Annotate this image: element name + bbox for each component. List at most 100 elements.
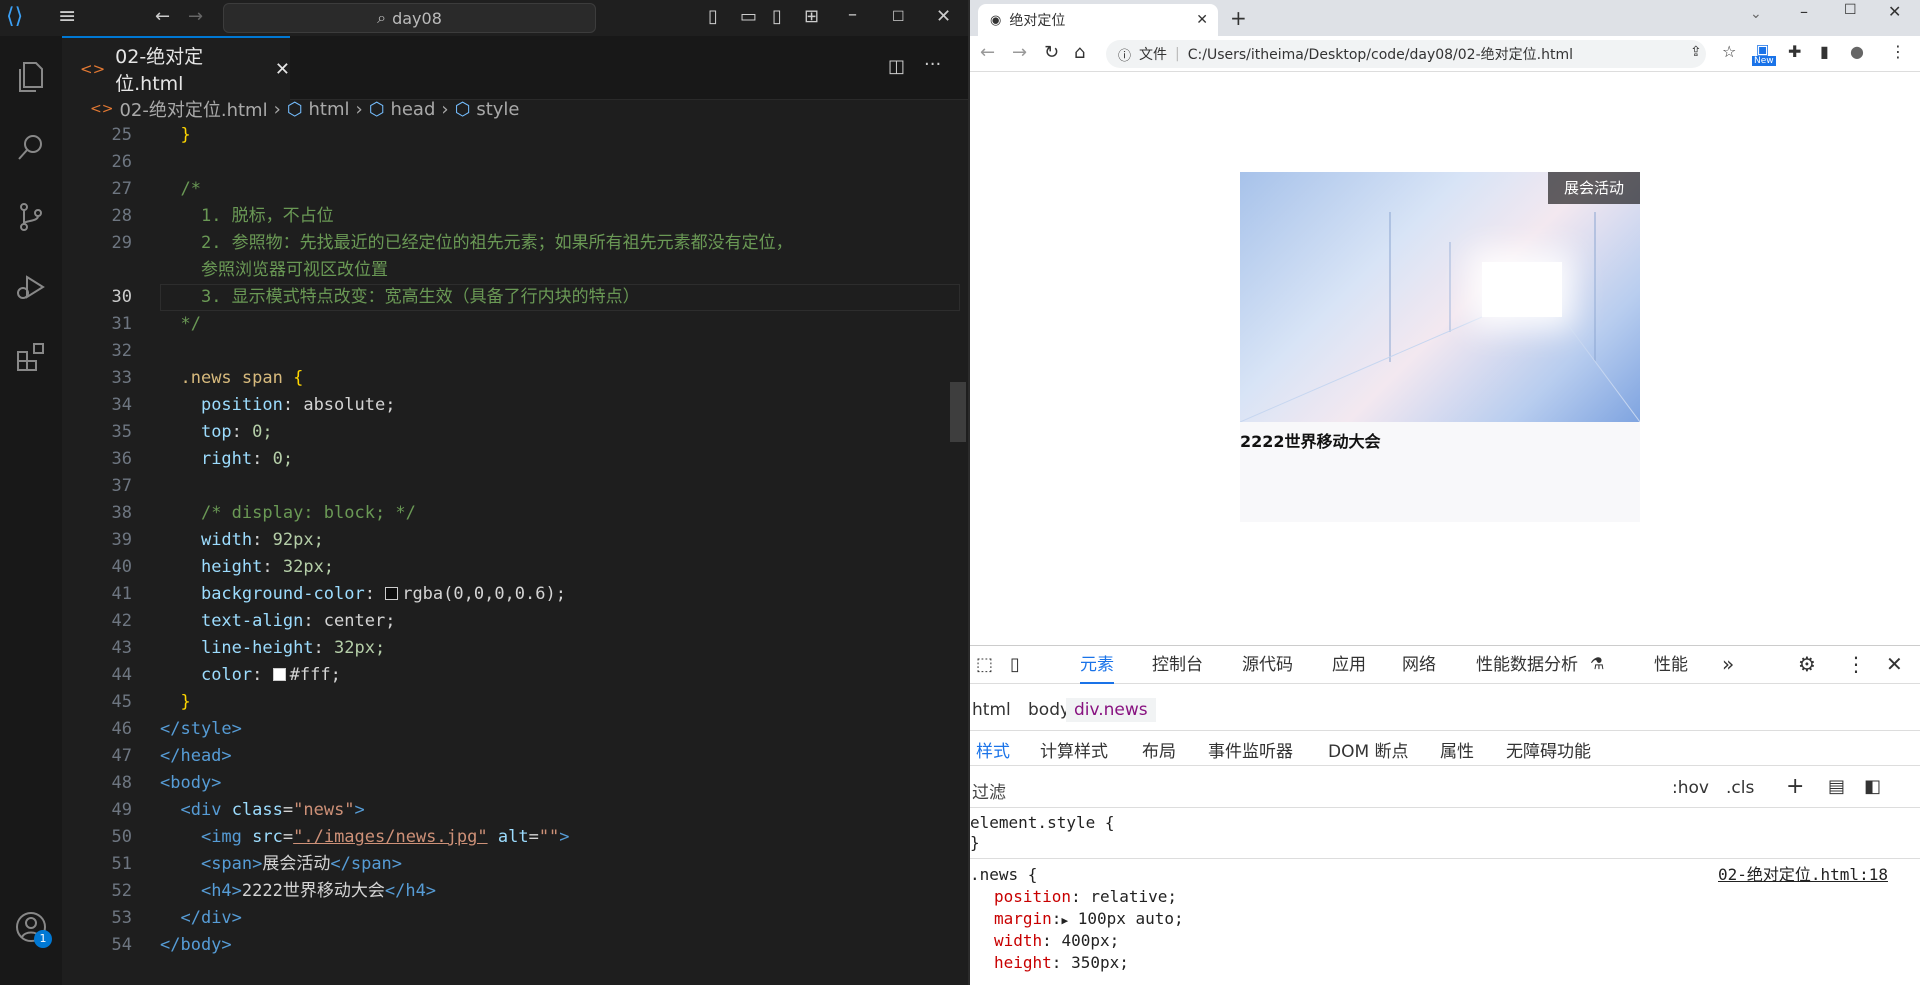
back-arrow-icon[interactable]: ← — [155, 8, 170, 26]
more-tabs-icon[interactable]: » — [1722, 652, 1734, 676]
cls-toggle[interactable]: .cls — [1726, 778, 1754, 798]
tab-network[interactable]: 网络 — [1402, 646, 1436, 684]
code-line: height: 32px; — [200, 557, 335, 577]
color-swatch[interactable] — [385, 587, 399, 600]
news-image: 展会活动 — [1240, 172, 1640, 422]
code-editor[interactable]: 25 26 27 28 29 30 31 32 33 34 35 36 37 38 39 40 41 42 43 44… — [62, 122, 968, 985]
style-property[interactable]: position: relative; — [994, 886, 1177, 908]
new-tab-icon[interactable]: + — [1230, 6, 1247, 30]
devtools-menu-icon[interactable]: ⋮ — [1846, 652, 1866, 676]
forward-icon[interactable]: → — [1012, 42, 1027, 63]
maximize-icon[interactable]: ☐ — [1844, 2, 1857, 18]
close-window-icon[interactable]: ✕ — [936, 8, 951, 26]
bookmark-star-icon[interactable]: ☆ — [1722, 42, 1736, 61]
side-panel-icon[interactable]: ▮ — [1820, 42, 1829, 61]
explorer-icon[interactable] — [10, 56, 52, 98]
settings-gear-icon[interactable]: ⚙ — [1798, 652, 1816, 676]
style-property[interactable]: height: 350px; — [994, 952, 1129, 974]
subtab-layout[interactable]: 布局 — [1142, 737, 1176, 762]
subtab-styles[interactable]: 样式 — [976, 737, 1010, 762]
address-scheme-label: 文件 — [1139, 47, 1168, 63]
crumb-html[interactable]: html — [972, 700, 1011, 720]
tab-performance[interactable]: 性能 — [1654, 646, 1688, 684]
chevron-right-icon: › — [441, 98, 449, 120]
line-number: 31 — [111, 314, 132, 334]
toggle-secondary-sidebar-icon[interactable]: ▯ — [772, 8, 782, 26]
tab-search-icon[interactable]: ⌄ — [1750, 6, 1762, 22]
expand-triangle-icon[interactable]: ▶ — [1061, 914, 1068, 927]
address-bar[interactable]: ⓘ 文件 | C:/Users/itheima/Desktop/code/day… — [1106, 40, 1706, 68]
menu-icon[interactable]: ≡ — [58, 6, 76, 28]
subtab-event-listeners[interactable]: 事件监听器 — [1208, 737, 1293, 762]
maximize-icon[interactable]: ☐ — [892, 8, 905, 26]
crumb-body[interactable]: body — [1028, 700, 1070, 720]
news-rule-selector[interactable]: .news { — [970, 864, 1037, 886]
subtab-computed[interactable]: 计算样式 — [1040, 737, 1108, 762]
toggle-panel-icon[interactable]: ▭ — [740, 8, 757, 26]
split-editor-icon[interactable]: ◫ — [888, 56, 905, 77]
search-icon[interactable] — [10, 126, 52, 168]
run-debug-icon[interactable] — [10, 266, 52, 308]
tab-elements[interactable]: 元素 — [1080, 646, 1114, 684]
source-control-icon[interactable] — [10, 196, 52, 238]
account-icon[interactable]: 1 — [10, 906, 52, 948]
line-number: 48 — [111, 773, 132, 793]
close-window-icon[interactable]: ✕ — [1888, 2, 1901, 21]
browser-tab[interactable]: ◉ 绝对定位 ✕ — [978, 4, 1218, 36]
filter-input[interactable]: 过滤 — [972, 778, 1006, 803]
extensions-icon[interactable] — [10, 336, 52, 378]
tab-02-html[interactable]: <> 02-绝对定位.html ✕ — [62, 36, 290, 100]
style-property[interactable]: width: 400px; — [994, 930, 1119, 952]
code-line: position: absolute; — [200, 395, 396, 415]
inspect-element-icon[interactable]: ⬚ — [976, 654, 993, 675]
back-icon[interactable]: ← — [980, 42, 995, 63]
paint-icon[interactable]: ▤ — [1828, 776, 1845, 797]
line-number: 44 — [111, 665, 132, 685]
toggle-sidebar-icon[interactable]: ▯ — [708, 8, 718, 26]
minimize-icon[interactable]: – — [1800, 2, 1808, 21]
new-style-rule-icon[interactable]: + — [1786, 774, 1804, 799]
crumb-div-news[interactable]: div.news — [1066, 698, 1156, 722]
device-toolbar-icon[interactable]: ▯ — [1010, 654, 1020, 675]
subtab-accessibility[interactable]: 无障碍功能 — [1506, 737, 1591, 762]
line-number: 39 — [111, 530, 132, 550]
breadcrumb-html[interactable]: html — [309, 99, 350, 120]
tab-application[interactable]: 应用 — [1332, 646, 1366, 684]
browser-toolbar: ← → ↻ ⌂ ⓘ 文件 | C:/Users/itheima/Desktop/… — [970, 36, 1920, 72]
line-number: 51 — [111, 854, 132, 874]
subtab-dom-breakpoints[interactable]: DOM 断点 — [1328, 737, 1409, 762]
line-number: 42 — [111, 611, 132, 631]
close-tab-icon[interactable]: ✕ — [275, 59, 290, 80]
more-actions-icon[interactable]: ··· — [924, 54, 941, 75]
new-extension-icon[interactable]: ▣ New — [1752, 42, 1776, 66]
element-style-rule[interactable]: element.style { — [970, 812, 1115, 834]
extensions-puzzle-icon[interactable]: ✚ — [1788, 42, 1801, 61]
command-center-search[interactable]: ⌕ day08 — [223, 3, 596, 33]
close-devtools-icon[interactable]: ✕ — [1886, 652, 1903, 676]
home-icon[interactable]: ⌂ — [1074, 42, 1085, 63]
rule-source-link[interactable]: 02-绝对定位.html:18 — [1718, 864, 1888, 886]
browser-menu-icon[interactable]: ⋮ — [1890, 42, 1906, 61]
tab-console[interactable]: 控制台 — [1152, 646, 1203, 684]
toggle-sidebar-icon[interactable]: ◧ — [1864, 776, 1881, 797]
tab-sources[interactable]: 源代码 — [1242, 646, 1293, 684]
code-line: </style> — [160, 719, 242, 739]
share-icon[interactable]: ⇪ — [1690, 44, 1702, 60]
vscode-window: ⟨⟩ ≡ ← → ⌕ day08 ▯ ▭ ▯ ⊞ – ☐ ✕ 1 <> 02-绝… — [0, 0, 968, 985]
style-property[interactable]: margin:▶ 100px auto; — [994, 908, 1184, 930]
profile-avatar-icon[interactable]: ● — [1850, 42, 1864, 61]
customize-layout-icon[interactable]: ⊞ — [804, 8, 819, 26]
hov-toggle[interactable]: :hov — [1672, 778, 1709, 798]
page-favicon-icon: ◉ — [990, 12, 1002, 28]
subtab-properties[interactable]: 属性 — [1440, 737, 1474, 762]
tab-performance-insights[interactable]: 性能数据分析 — [1476, 646, 1578, 684]
reload-icon[interactable]: ↻ — [1044, 42, 1059, 63]
close-tab-icon[interactable]: ✕ — [1196, 12, 1208, 28]
breadcrumb-style[interactable]: style — [476, 99, 519, 120]
breadcrumb-head[interactable]: head — [390, 99, 435, 120]
forward-arrow-icon[interactable]: → — [188, 8, 203, 26]
breadcrumb-file[interactable]: 02-绝对定位.html — [119, 96, 267, 122]
color-swatch[interactable] — [272, 668, 286, 681]
minimize-icon[interactable]: – — [848, 6, 857, 24]
editor-scrollbar[interactable] — [950, 382, 966, 442]
